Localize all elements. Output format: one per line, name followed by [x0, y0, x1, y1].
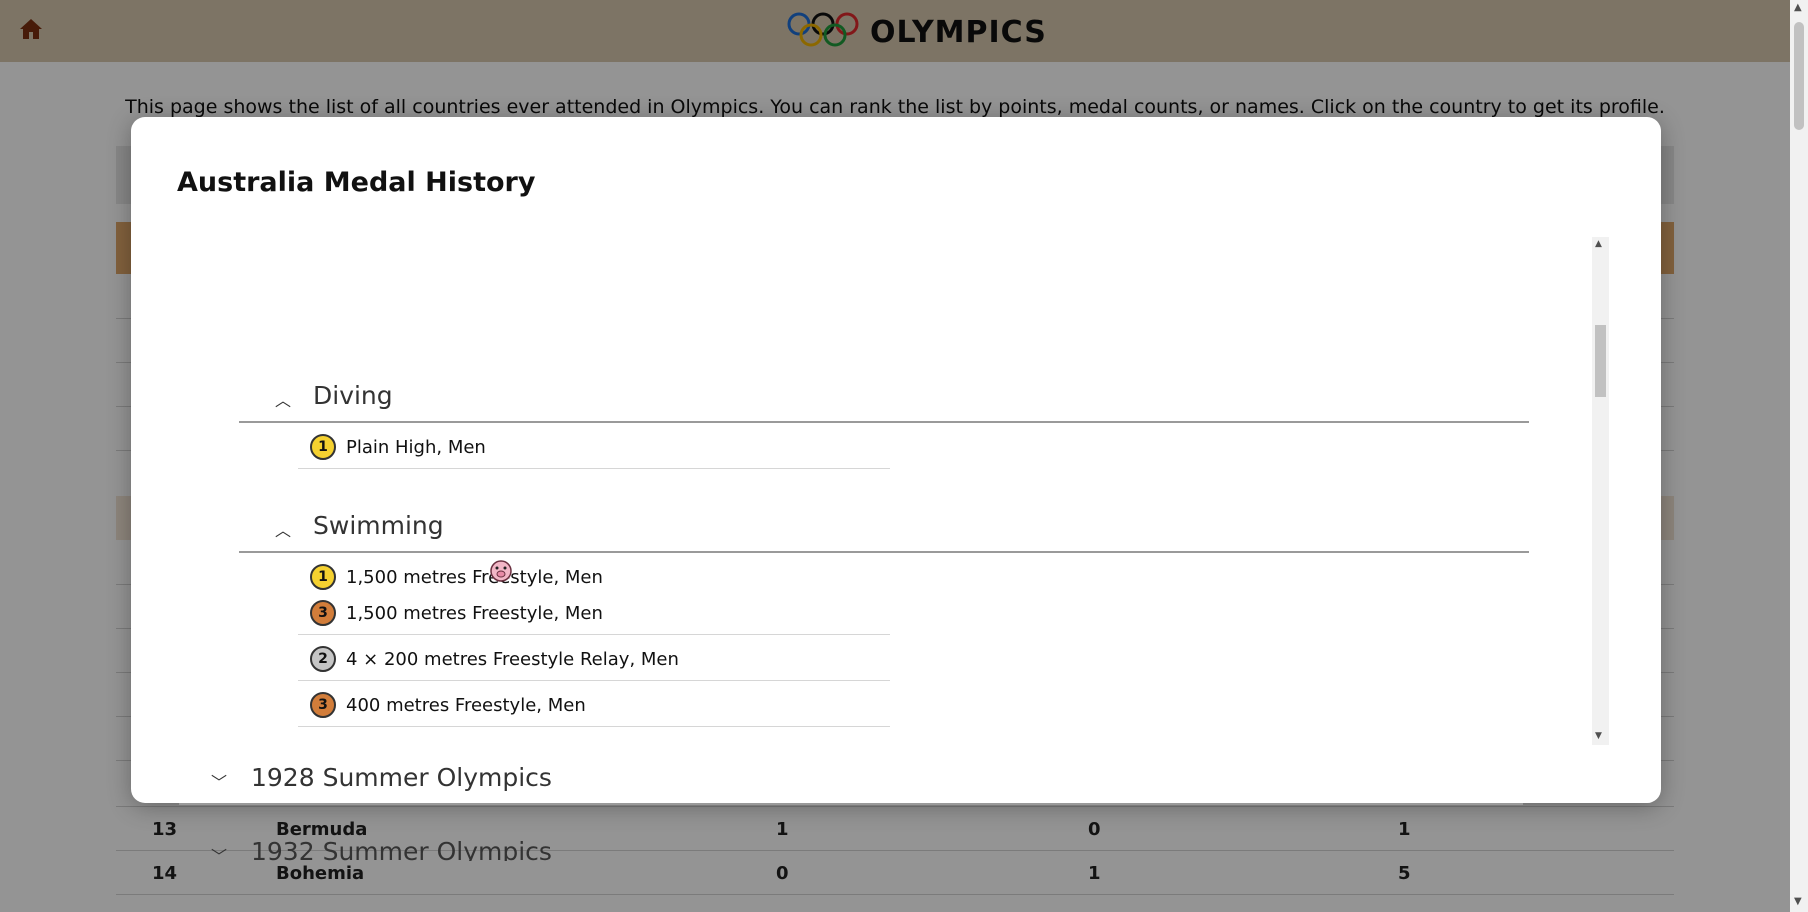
event-label: 400 metres Freestyle, Men: [346, 695, 586, 716]
modal-title: Australia Medal History: [177, 167, 536, 198]
chevron-up-icon: ︿: [275, 521, 292, 540]
pig-cursor-icon: [486, 556, 516, 586]
event-item: 1 Plain High, Men: [298, 425, 890, 469]
event-item: 3 1,500 metres Freestyle, Men: [298, 591, 890, 635]
sport-accordion-swimming[interactable]: ︿ Swimming: [239, 499, 1529, 553]
event-label: 4 × 200 metres Freestyle Relay, Men: [346, 649, 679, 670]
sport-label: Diving: [313, 381, 393, 410]
event-item: 1 1,500 metres Freestyle, Men: [298, 555, 890, 591]
games-accordion-1932[interactable]: ﹀ 1932 Summer Olympics: [179, 825, 1523, 861]
window-scrollbar[interactable]: ▲ ▼: [1790, 0, 1808, 912]
bronze-medal-icon: 3: [310, 692, 336, 718]
sport-label: Swimming: [313, 511, 444, 540]
games-label: 1932 Summer Olympics: [251, 837, 552, 861]
gold-medal-icon: 1: [310, 564, 336, 590]
event-item: 2 4 × 200 metres Freestyle Relay, Men: [298, 637, 890, 681]
medal-history-list[interactable]: ︿ Diving 1 Plain High, Men ︿ Swimming 1 …: [171, 237, 1597, 861]
modal-scrollbar-thumb[interactable]: [1595, 325, 1606, 397]
scroll-up-arrow-icon[interactable]: ▲: [1794, 2, 1802, 13]
bronze-medal-icon: 3: [310, 600, 336, 626]
window-scrollbar-thumb[interactable]: [1794, 22, 1804, 130]
silver-medal-icon: 2: [310, 646, 336, 672]
gold-medal-icon: 1: [310, 434, 336, 460]
chevron-up-icon: ︿: [275, 391, 292, 410]
medal-history-modal: Australia Medal History ︿ Diving 1 Plain…: [131, 117, 1661, 861]
scroll-down-arrow-icon[interactable]: ▼: [1794, 896, 1802, 907]
event-label: Plain High, Men: [346, 437, 486, 458]
games-label: 1928 Summer Olympics: [251, 763, 552, 792]
scroll-up-arrow-icon[interactable]: ▲: [1595, 239, 1602, 249]
modal-scrollbar[interactable]: ▲ ▼: [1592, 237, 1609, 745]
chevron-down-icon: ﹀: [211, 773, 228, 792]
event-item: 3 400 metres Freestyle, Men: [298, 683, 890, 727]
scroll-down-arrow-icon[interactable]: ▼: [1595, 731, 1602, 741]
games-accordion-1928[interactable]: ﹀ 1928 Summer Olympics: [179, 751, 1523, 805]
sport-accordion-diving[interactable]: ︿ Diving: [239, 369, 1529, 423]
event-label: 1,500 metres Freestyle, Men: [346, 603, 603, 624]
chevron-down-icon: ﹀: [211, 847, 228, 861]
event-label: 1,500 metres Freestyle, Men: [346, 567, 603, 588]
